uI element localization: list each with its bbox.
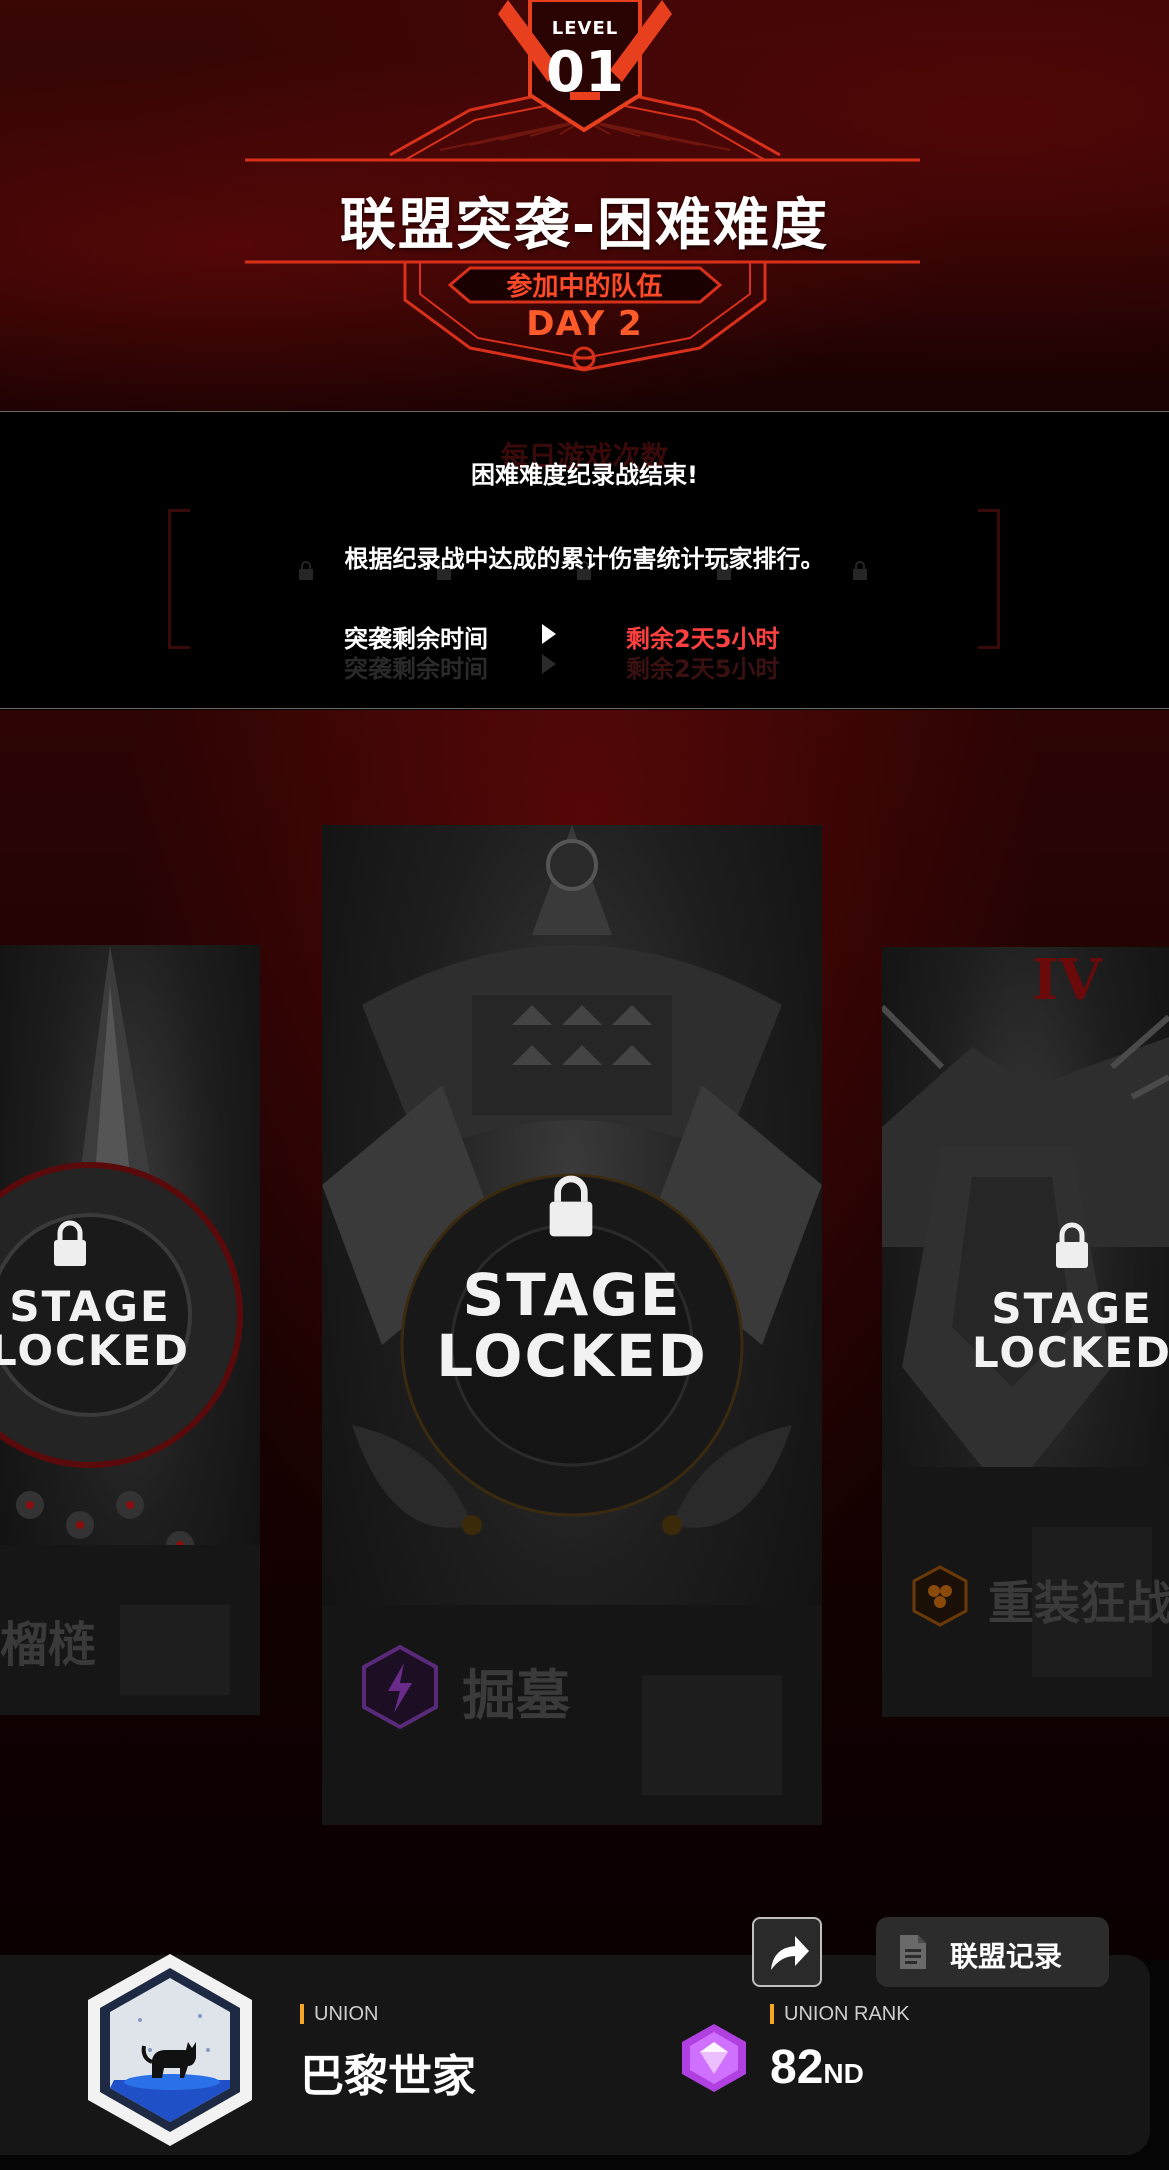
level-label: LEVEL xyxy=(551,18,619,39)
stage-card-center[interactable]: STAGE LOCKED 掘墓 xyxy=(322,825,822,1825)
play-arrow-icon xyxy=(542,654,556,674)
lock-icon xyxy=(549,1175,593,1237)
share-arrow-icon xyxy=(771,1936,809,1970)
document-icon xyxy=(900,1935,926,1969)
raid-header: LEVEL 01 联盟突袭-困难难度 参加中的队伍 DAY 2 xyxy=(0,0,1169,412)
bracket-right xyxy=(978,509,1000,649)
boss-name: 掘墓 xyxy=(462,1664,570,1727)
boss-name: 榴梿 xyxy=(0,1617,97,1673)
team-status-label: 参加中的队伍 xyxy=(506,272,663,302)
union-tag-label: UNION xyxy=(300,2004,378,2024)
stage-locked-label: STAGE LOCKED xyxy=(436,1261,708,1390)
share-button[interactable] xyxy=(752,1917,822,1987)
remaining-time-label-ghost: 突袭剩余时间 xyxy=(344,655,488,683)
remaining-time-value-ghost: 剩余2天5小时 xyxy=(626,655,780,683)
bracket-left xyxy=(168,509,190,649)
hexagon-cluster-icon xyxy=(912,1565,968,1627)
union-rank-value: 82ND xyxy=(770,2041,864,2094)
boss-name: 重装狂战 xyxy=(988,1576,1169,1630)
union-record-button[interactable]: 联盟记录 xyxy=(876,1917,1109,1987)
stage-locked-label: STAGE LOCKED xyxy=(972,1284,1169,1378)
raid-title: 联盟突袭-困难难度 xyxy=(339,193,830,258)
union-rank-tag-label: UNION RANK xyxy=(770,2004,910,2024)
stage-card-right[interactable]: IV STAGE LOCKED 重装狂战 xyxy=(882,947,1169,1717)
lock-icon xyxy=(1056,1222,1088,1268)
stage-locked-label: STAGE LOCKED xyxy=(0,1282,190,1376)
play-arrow-icon xyxy=(542,624,556,644)
level-number: 01 xyxy=(546,40,624,105)
day-label: DAY 2 xyxy=(526,304,643,344)
stage-card-left[interactable]: STAGE LOCKED 榴梿 xyxy=(0,945,260,1715)
ranking-note: 根据纪录战中达成的累计伤害统计玩家排行。 xyxy=(344,545,825,573)
cat-emblem-icon[interactable] xyxy=(80,1950,260,2150)
raid-ended-message: 困难难度纪录战结束! xyxy=(471,461,698,489)
lightning-icon xyxy=(362,1645,438,1729)
lock-icon xyxy=(54,1220,86,1266)
union-name: 巴黎世家 xyxy=(300,2051,476,2102)
raid-info-panel: 每日游戏次数 困难难度纪录战结束! 根据纪录战中达成的累计伤害统计玩家排行。 突… xyxy=(0,413,1169,709)
purple-gem-icon xyxy=(682,2024,746,2092)
stage-roman-numeral: IV xyxy=(1032,947,1102,1013)
union-record-label: 联盟记录 xyxy=(950,1940,1063,1973)
stage-carousel[interactable]: STAGE LOCKED 榴梿 STAGE LOCKED 掘墓 IV STAGE… xyxy=(0,710,1169,1960)
